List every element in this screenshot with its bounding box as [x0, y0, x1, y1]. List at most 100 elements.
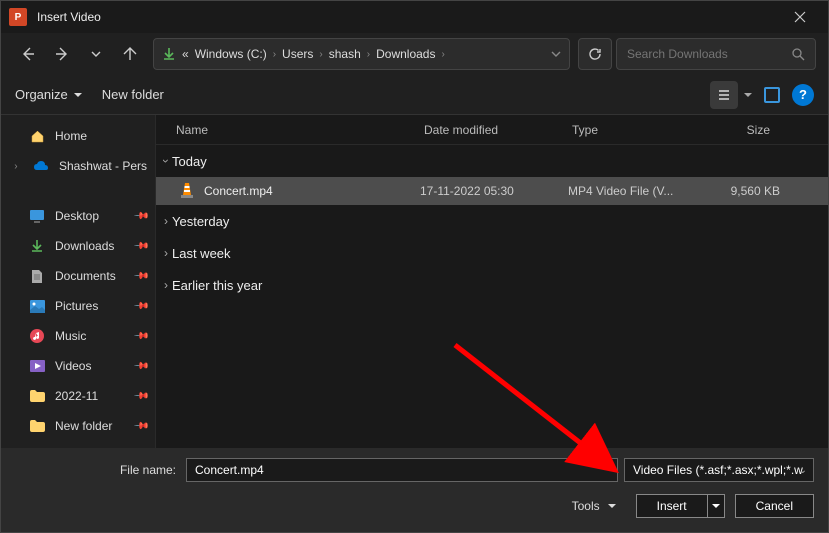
pin-icon: 📌 — [132, 388, 149, 405]
filename-row: File name: Video Files (*.asf;*.asx;*.wp… — [15, 458, 814, 482]
column-name[interactable]: Name — [176, 123, 424, 137]
insert-video-dialog: P Insert Video « Windows (C:) › Users › — [0, 0, 829, 533]
breadcrumb[interactable]: « Windows (C:) › Users › shash › Downloa… — [153, 38, 570, 70]
group-last-week[interactable]: › Last week — [156, 237, 828, 269]
pin-icon: 📌 — [132, 298, 149, 315]
home-icon — [29, 128, 45, 144]
cloud-icon — [33, 158, 49, 174]
chevron-down-icon: ⌄ — [799, 465, 807, 476]
main-area: Home › Shashwat - Pers Desktop 📌 Downloa… — [1, 115, 828, 448]
pin-icon: 📌 — [132, 358, 149, 375]
desktop-icon — [29, 208, 45, 224]
sidebar-item-home[interactable]: Home — [1, 121, 155, 151]
downloads-icon — [29, 238, 45, 254]
group-earlier-this-year[interactable]: › Earlier this year — [156, 269, 828, 301]
pin-icon: 📌 — [132, 328, 149, 345]
file-type: MP4 Video File (V... — [568, 184, 686, 198]
bottom-panel: File name: Video Files (*.asf;*.asx;*.wp… — [1, 448, 828, 532]
sidebar-item-folder[interactable]: 2022-11 📌 — [1, 381, 155, 411]
chevron-right-icon: › — [9, 161, 23, 172]
breadcrumb-item[interactable]: Windows (C:) — [195, 47, 267, 61]
breadcrumb-item[interactable]: shash — [329, 47, 361, 61]
file-type-filter[interactable]: Video Files (*.asf;*.asx;*.wpl;*.w ⌄ — [624, 458, 814, 482]
refresh-button[interactable] — [578, 38, 612, 70]
list-icon — [717, 88, 731, 102]
powerpoint-icon: P — [9, 8, 27, 26]
column-date[interactable]: Date modified — [424, 123, 572, 137]
chevron-right-icon: › — [319, 49, 322, 60]
new-folder-button[interactable]: New folder — [102, 87, 164, 102]
pictures-icon — [29, 298, 45, 314]
chevron-down-icon — [91, 49, 101, 59]
sidebar-item-folder[interactable]: New folder 📌 — [1, 411, 155, 441]
back-button[interactable] — [13, 39, 43, 69]
group-yesterday[interactable]: › Yesterday — [156, 205, 828, 237]
chevron-right-icon: › — [273, 49, 276, 60]
breadcrumb-expand[interactable] — [551, 49, 561, 59]
downloads-icon — [162, 47, 176, 61]
refresh-icon — [588, 47, 602, 61]
sidebar-item-documents[interactable]: Documents 📌 — [1, 261, 155, 291]
sidebar-item-music[interactable]: Music 📌 — [1, 321, 155, 351]
chevron-right-icon: › — [164, 278, 168, 292]
sidebar-item-pictures[interactable]: Pictures 📌 — [1, 291, 155, 321]
documents-icon — [29, 268, 45, 284]
folder-icon — [29, 388, 45, 404]
caret-down-icon — [608, 502, 616, 510]
insert-button[interactable]: Insert — [636, 494, 707, 518]
toolbar: Organize New folder ? — [1, 75, 828, 115]
column-headers: Name Date modified Type Size — [156, 115, 828, 145]
file-date: 17-11-2022 05:30 — [420, 184, 568, 198]
close-icon — [794, 11, 806, 23]
group-today[interactable]: › Today — [156, 145, 828, 177]
chevron-right-icon: › — [164, 246, 168, 260]
pin-icon: 📌 — [132, 208, 149, 225]
cancel-button[interactable]: Cancel — [735, 494, 814, 518]
sidebar-item-onedrive[interactable]: › Shashwat - Pers — [1, 151, 155, 181]
up-button[interactable] — [115, 39, 145, 69]
folder-icon — [29, 418, 45, 434]
forward-button[interactable] — [47, 39, 77, 69]
filename-label: File name: — [15, 463, 180, 477]
sidebar-item-downloads[interactable]: Downloads 📌 — [1, 231, 155, 261]
filename-input[interactable] — [186, 458, 618, 482]
preview-icon — [764, 87, 780, 103]
search-box[interactable] — [616, 38, 816, 70]
tools-button[interactable]: Tools — [572, 499, 616, 513]
view-button[interactable] — [710, 81, 738, 109]
chevron-right-icon: › — [367, 49, 370, 60]
insert-dropdown[interactable] — [707, 494, 725, 518]
chevron-down-icon: › — [159, 159, 173, 163]
sidebar-item-videos[interactable]: Videos 📌 — [1, 351, 155, 381]
search-input[interactable] — [627, 47, 784, 61]
breadcrumb-item[interactable]: Downloads — [376, 47, 435, 61]
help-button[interactable]: ? — [792, 84, 814, 106]
recent-button[interactable] — [81, 39, 111, 69]
titlebar: P Insert Video — [1, 1, 828, 33]
arrow-left-icon — [20, 46, 36, 62]
pin-icon: 📌 — [132, 238, 149, 255]
column-type[interactable]: Type — [572, 123, 690, 137]
sidebar-item-desktop[interactable]: Desktop 📌 — [1, 201, 155, 231]
arrow-up-icon — [122, 46, 138, 62]
caret-down-icon[interactable] — [744, 91, 752, 99]
arrow-right-icon — [54, 46, 70, 62]
videos-icon — [29, 358, 45, 374]
music-icon — [29, 328, 45, 344]
chevron-right-icon: › — [441, 49, 444, 60]
preview-pane-button[interactable] — [758, 81, 786, 109]
button-row: Tools Insert Cancel — [15, 494, 814, 518]
sidebar: Home › Shashwat - Pers Desktop 📌 Downloa… — [1, 115, 156, 448]
file-size: 9,560 KB — [686, 184, 780, 198]
insert-split-button: Insert — [636, 494, 725, 518]
file-row[interactable]: Concert.mp4 17-11-2022 05:30 MP4 Video F… — [156, 177, 828, 205]
vlc-icon — [180, 183, 196, 199]
breadcrumb-item[interactable]: Users — [282, 47, 313, 61]
breadcrumb-prefix[interactable]: « — [182, 47, 189, 61]
chevron-down-icon — [551, 49, 561, 59]
close-button[interactable] — [780, 1, 820, 33]
organize-button[interactable]: Organize — [15, 87, 82, 102]
file-list: Name Date modified Type Size › Today Con… — [156, 115, 828, 448]
pin-icon: 📌 — [132, 268, 149, 285]
column-size[interactable]: Size — [690, 123, 790, 137]
